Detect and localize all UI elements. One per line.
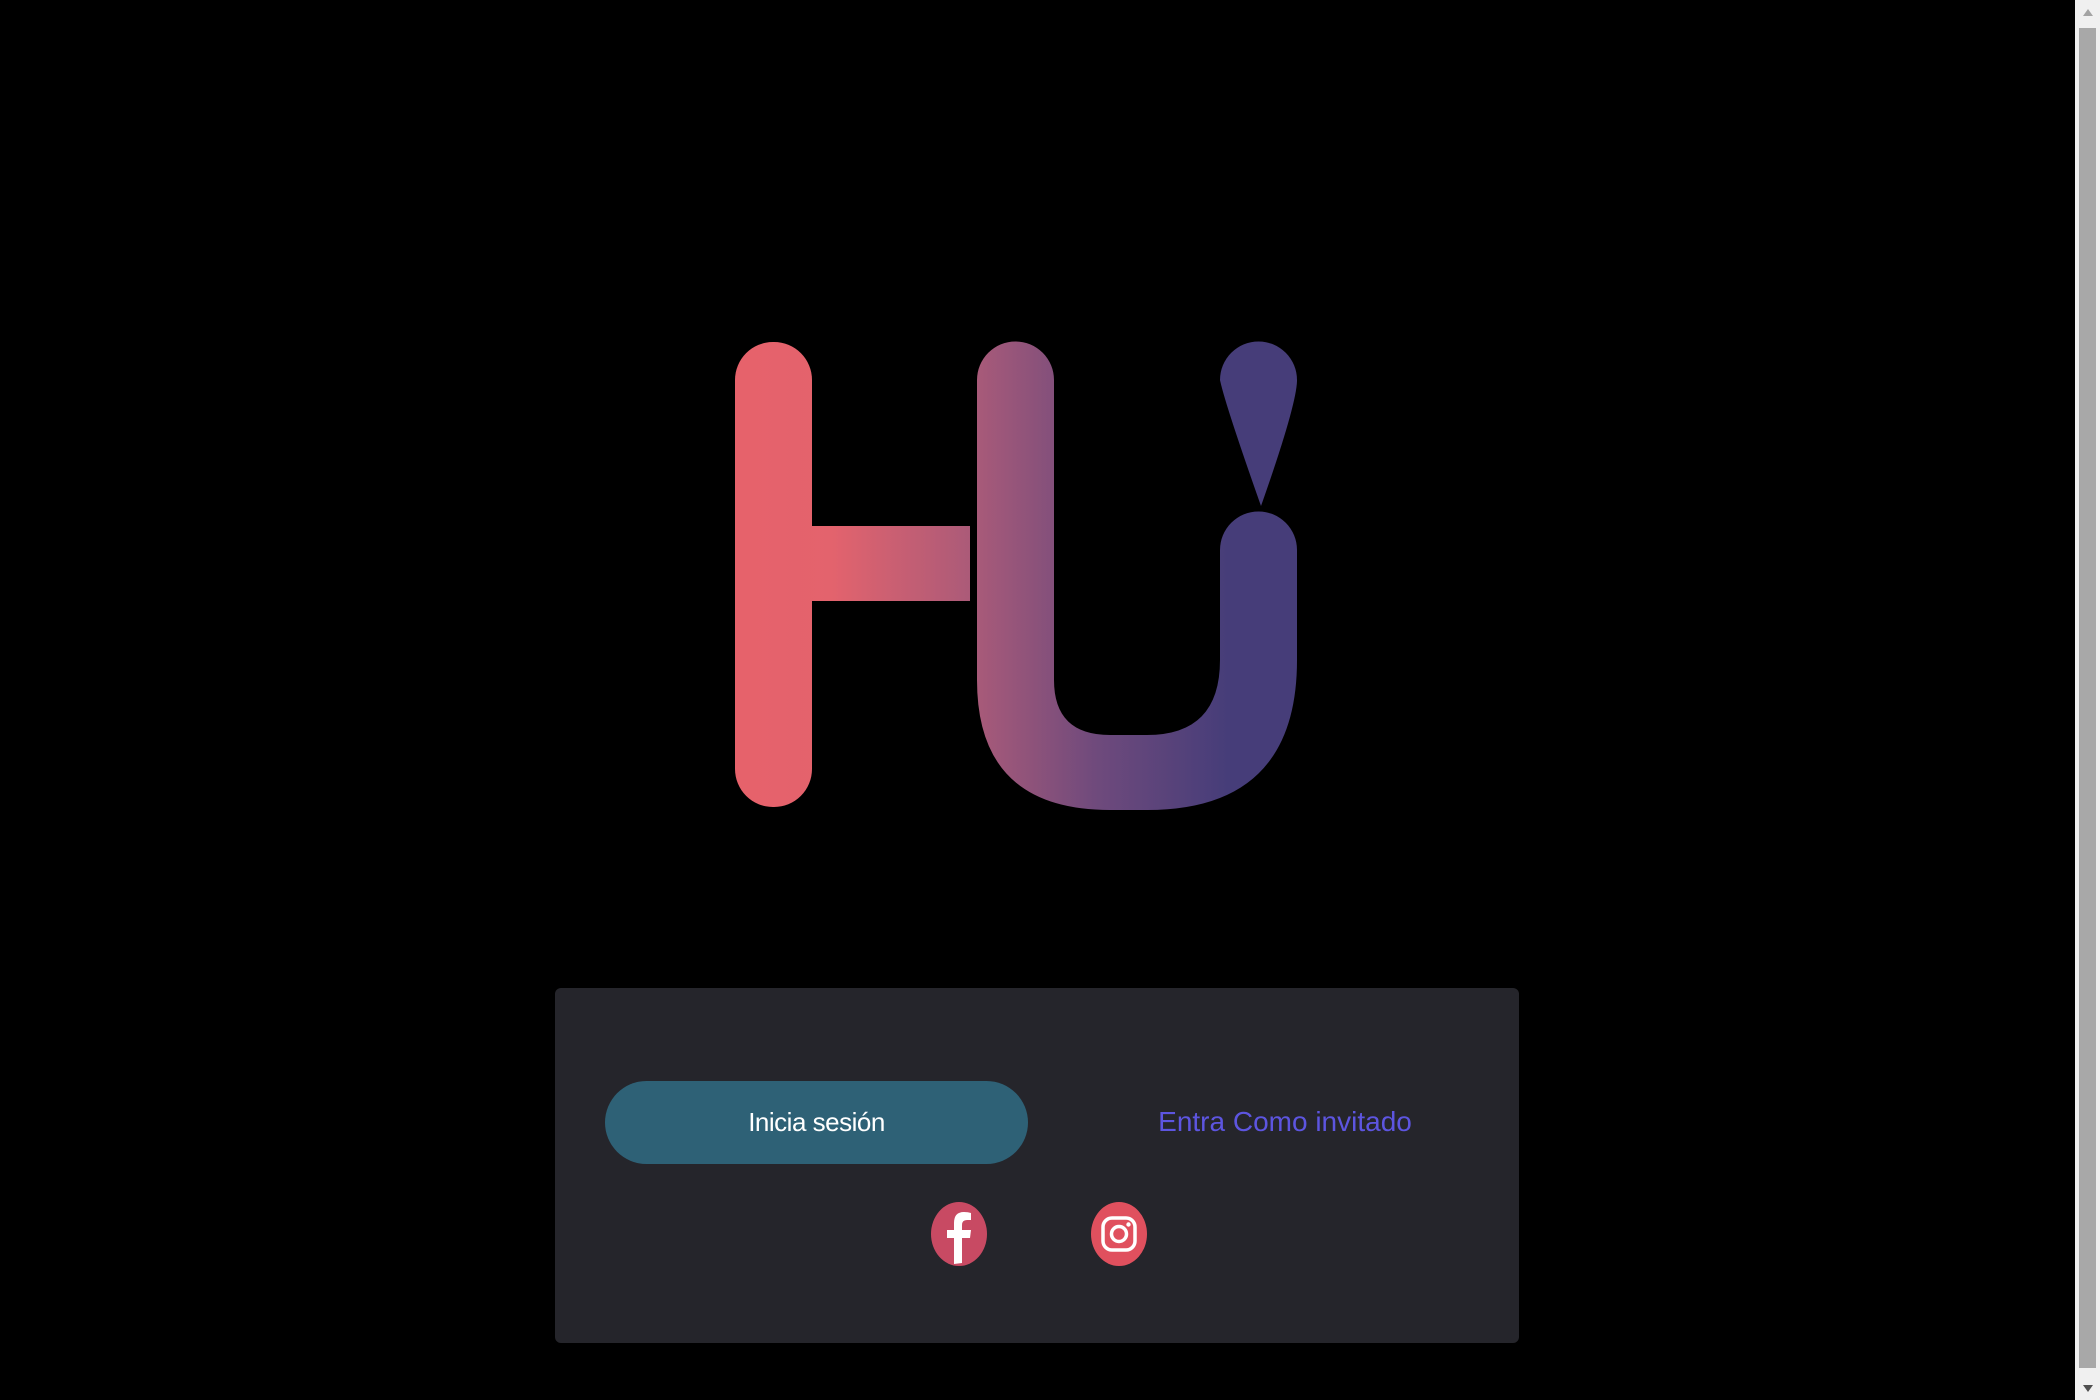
facebook-icon[interactable] (930, 1201, 988, 1267)
guest-entry-link[interactable]: Entra Como invitado (1075, 1102, 1495, 1142)
hu-logo (735, 341, 1297, 810)
vertical-scrollbar[interactable] (2075, 0, 2100, 1400)
scrollbar-thumb[interactable] (2079, 28, 2096, 1368)
scroll-down-arrow-icon[interactable] (2075, 1376, 2100, 1400)
instagram-icon[interactable] (1090, 1201, 1148, 1267)
page: Inicia sesión Entra Como invitado (0, 0, 2100, 1400)
login-panel: Inicia sesión Entra Como invitado (555, 988, 1519, 1343)
scroll-up-arrow-icon[interactable] (2075, 0, 2100, 24)
login-button[interactable]: Inicia sesión (605, 1081, 1028, 1164)
